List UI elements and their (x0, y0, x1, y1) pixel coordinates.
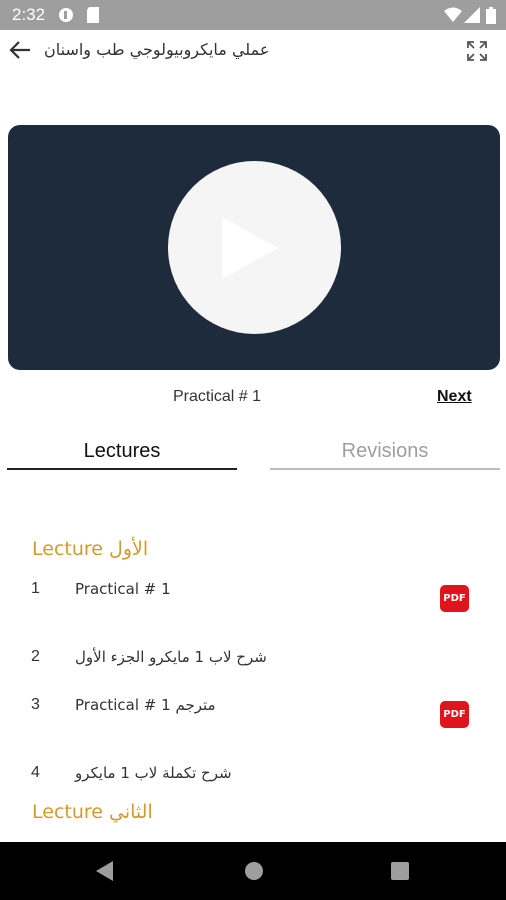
list-item[interactable]: 3 Practical # 1 مترجم (0, 696, 506, 736)
fullscreen-icon[interactable] (466, 40, 488, 66)
battery-icon (486, 7, 496, 28)
play-icon (214, 213, 284, 287)
play-button[interactable] (168, 161, 341, 334)
item-label: شرح لاب 1 مايكرو الجزء الأول (75, 648, 267, 666)
item-label: Practical # 1 مترجم (75, 696, 216, 714)
nav-home-icon[interactable] (244, 861, 264, 885)
signal-icon (464, 7, 480, 27)
tab-lectures-label: Lectures (83, 440, 161, 462)
video-player[interactable] (8, 125, 500, 370)
pdf-icon[interactable]: PDF (440, 701, 469, 728)
pdf-icon[interactable]: PDF (440, 585, 469, 612)
section-title: Lecture الثاني (32, 801, 153, 823)
wifi-icon (444, 7, 462, 27)
arrow-left-icon[interactable] (9, 40, 31, 64)
status-bar: 2:32 (0, 0, 506, 30)
app-bar: عملي مايكروبيولوجي طب واسنان (0, 30, 506, 74)
item-number: 4 (31, 764, 40, 781)
item-number: 1 (31, 580, 40, 597)
next-button[interactable]: Next (437, 388, 472, 406)
item-label: شرح تكملة لاب 1 مايكرو (75, 764, 232, 782)
nav-back-icon[interactable] (96, 861, 114, 885)
nav-recents-icon[interactable] (391, 862, 409, 884)
list-item[interactable]: 2 شرح لاب 1 مايكرو الجزء الأول (0, 648, 506, 688)
status-time: 2:32 (12, 5, 46, 24)
list-item[interactable]: 1 Practical # 1 (0, 580, 506, 620)
navigation-bar (0, 842, 506, 900)
current-video-label: Practical # 1 (173, 388, 262, 405)
list-item[interactable]: 4 شرح تكملة لاب 1 مايكرو (0, 764, 506, 804)
tab-revisions[interactable]: Revisions (270, 440, 500, 470)
tab-lectures[interactable]: Lectures (7, 440, 237, 470)
section-title: Lecture الأول (32, 538, 149, 560)
notification-circle-icon (58, 7, 74, 27)
page-title: عملي مايكروبيولوجي طب واسنان (44, 40, 270, 59)
tab-revisions-label: Revisions (341, 440, 429, 462)
item-label: Practical # 1 (75, 580, 171, 598)
item-number: 3 (31, 696, 40, 713)
item-number: 2 (31, 648, 40, 665)
sd-card-icon (86, 7, 100, 27)
